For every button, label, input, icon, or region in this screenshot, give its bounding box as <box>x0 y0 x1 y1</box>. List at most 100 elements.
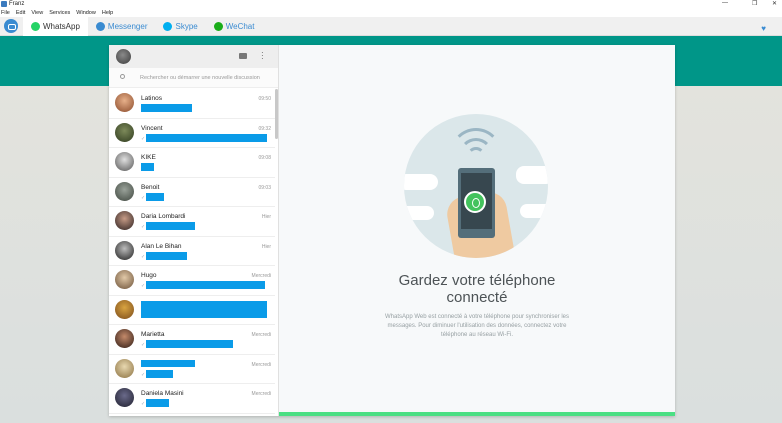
chat-row-hugo[interactable]: Hugo Mercredi ✓✓ <box>109 266 275 296</box>
redacted-message <box>146 192 164 201</box>
franz-app-icon <box>1 1 7 7</box>
chat-row-daria[interactable]: Daria Lombardi Hier ✓✓ <box>109 207 275 237</box>
chat-name: Marietta <box>141 331 165 338</box>
tab-messenger-label: Messenger <box>107 21 148 31</box>
chat-list-scrollbar[interactable] <box>275 89 278 139</box>
tab-messenger[interactable]: Messenger <box>88 17 156 36</box>
chat-row-group[interactable] <box>109 296 275 325</box>
chat-time: 09:03 <box>258 184 271 191</box>
close-button[interactable]: ✕ <box>772 0 777 7</box>
chat-name: Alan Le Bihan <box>141 242 182 250</box>
chat-time: Hier <box>261 243 271 250</box>
connected-phone-illustration <box>404 114 548 258</box>
whatsapp-web-window: · · · Rechercher ou démarrer une nouvelle … <box>109 45 675 416</box>
chat-time: 09:50 <box>258 96 271 102</box>
avatar <box>115 211 134 230</box>
more-menu-icon[interactable]: · · · <box>261 49 264 63</box>
heart-icon[interactable]: ♥ <box>761 24 766 33</box>
wifi-icon <box>467 147 485 165</box>
tab-wechat[interactable]: WeChat <box>206 17 263 36</box>
redacted-message <box>146 133 267 142</box>
redacted-chat-title <box>141 300 267 318</box>
menu-view[interactable]: View <box>31 10 43 16</box>
chat-name: KIKE <box>141 154 156 161</box>
redacted-message <box>146 369 173 378</box>
minimize-button[interactable]: — <box>722 0 728 6</box>
tab-whatsapp[interactable]: WhatsApp <box>23 16 88 36</box>
chat-row-kike[interactable]: KIKE 09:08 <box>109 148 275 178</box>
tab-skype-label: Skype <box>175 21 198 31</box>
chat-time: 09:08 <box>258 155 271 161</box>
chat-row-daniela[interactable]: Daniela Masini Mercredi ✓✓ <box>109 384 275 414</box>
avatar <box>115 152 134 171</box>
redacted-message <box>146 340 233 348</box>
whatsapp-icon <box>31 21 40 31</box>
chat-row-redacted[interactable]: Mercredi ✓✓ <box>109 355 275 384</box>
sidebar-header: · · · <box>109 45 278 68</box>
cloud-shape <box>404 206 434 220</box>
tab-wechat-label: WeChat <box>225 21 255 31</box>
chat-name: Daria Lombardi <box>141 213 186 220</box>
skype-icon <box>163 21 173 31</box>
new-chat-icon[interactable] <box>239 53 247 59</box>
whatsapp-logo-icon <box>464 191 486 213</box>
avatar <box>115 93 134 112</box>
redacted-message <box>141 163 154 171</box>
redacted-message <box>141 104 192 112</box>
chat-time: Mercredi <box>251 361 271 368</box>
menu-help[interactable]: Help <box>102 10 113 16</box>
chat-row-benoit[interactable]: Benoit 09:03 ✓✓ <box>109 178 275 207</box>
chat-name: Benoit <box>141 183 160 191</box>
chat-time: Hier <box>261 214 271 220</box>
redacted-message <box>146 222 195 230</box>
avatar <box>115 270 134 289</box>
connection-status-bar <box>279 412 675 416</box>
headline-line-2: connecté <box>446 289 508 306</box>
headline-line-1: Gardez votre téléphone <box>398 272 556 289</box>
chat-row-alan[interactable]: Alan Le Bihan Hier ✓✓ <box>109 237 275 266</box>
redacted-message <box>146 281 265 289</box>
intro-description: WhatsApp Web est connecté à votre téléph… <box>385 314 569 338</box>
service-tab-bar: WhatsApp Messenger Skype WeChat <box>0 16 782 36</box>
avatar <box>115 181 134 201</box>
window-title: Franz <box>9 1 25 7</box>
avatar <box>115 388 134 407</box>
wechat-icon <box>213 21 223 31</box>
cloud-shape <box>516 166 548 184</box>
chat-name: Daniela Masini <box>141 390 184 397</box>
messenger-icon <box>95 21 105 31</box>
search-placeholder: Rechercher ou démarrer une nouvelle disc… <box>140 75 260 81</box>
chat-time: Mercredi <box>251 332 271 338</box>
chat-row-latinos[interactable]: Latinos 09:50 <box>109 89 275 119</box>
chat-row-vincent[interactable]: Vincent 09:32 ✓✓ <box>109 119 275 148</box>
chat-time: 09:32 <box>258 125 271 132</box>
menu-window[interactable]: Window <box>76 10 96 16</box>
chat-name: Hugo <box>141 272 157 279</box>
chat-time: Mercredi <box>251 273 271 279</box>
chat-time: Mercredi <box>251 391 271 397</box>
cloud-shape <box>404 174 438 190</box>
redacted-message <box>146 399 169 407</box>
chat-row-marietta[interactable]: Marietta Mercredi ✓✓ <box>109 325 275 355</box>
search-bar[interactable]: Rechercher ou démarrer une nouvelle disc… <box>109 68 278 88</box>
search-icon <box>120 74 125 79</box>
avatar <box>115 358 134 378</box>
chat-sidebar: · · · Rechercher ou démarrer une nouvelle … <box>109 45 279 416</box>
intro-panel: Gardez votre téléphone connecté WhatsApp… <box>279 45 675 416</box>
avatar <box>115 329 134 348</box>
chat-name: Vincent <box>141 124 163 132</box>
menu-file[interactable]: File <box>1 10 10 16</box>
my-avatar[interactable] <box>116 49 131 64</box>
menu-edit[interactable]: Edit <box>16 10 25 16</box>
avatar <box>115 122 134 142</box>
franz-logo-icon[interactable] <box>4 19 18 33</box>
chat-name: Latinos <box>141 95 162 102</box>
tab-skype[interactable]: Skype <box>155 17 205 36</box>
redacted-message <box>146 251 187 260</box>
menu-services[interactable]: Services <box>49 10 70 16</box>
maximize-button[interactable]: ❒ <box>752 0 757 7</box>
title-bar: Franz — ❒ ✕ <box>0 0 782 9</box>
cloud-shape <box>520 204 548 218</box>
chat-list: Latinos 09:50 Vincent 09:32 ✓✓ KIKE 09:0… <box>109 89 275 414</box>
redacted-chat-title <box>141 359 195 367</box>
